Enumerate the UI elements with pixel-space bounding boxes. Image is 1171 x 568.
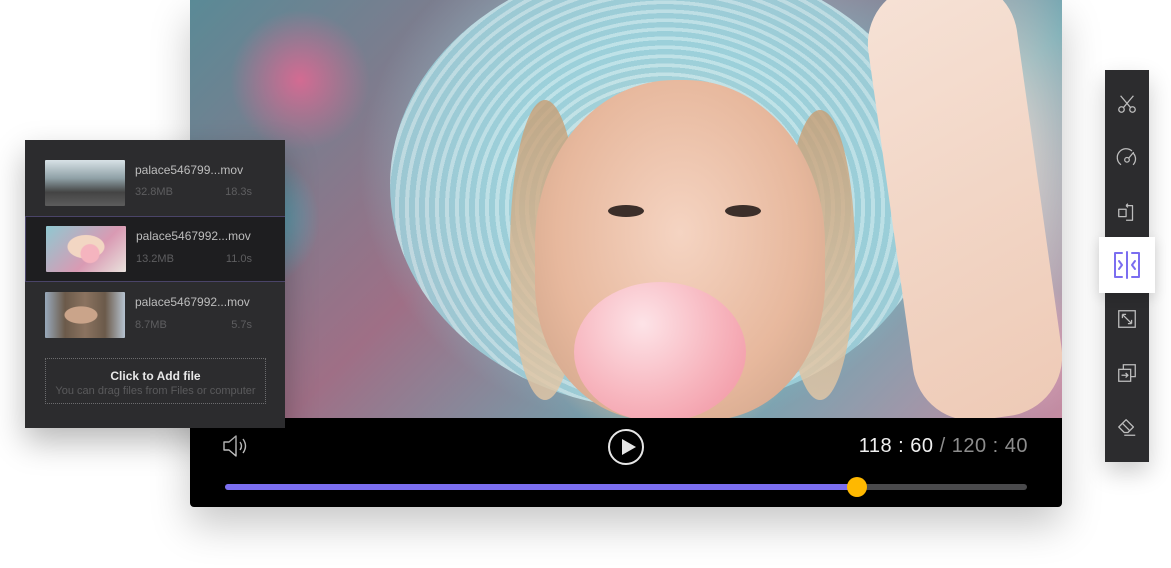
video-content: [725, 205, 761, 217]
file-size: 13.2MB: [136, 253, 174, 265]
rotate-icon: [1118, 203, 1134, 221]
total-time: / 120 : 40: [939, 435, 1028, 457]
tool-rotate[interactable]: [1105, 185, 1149, 239]
current-time: 118 : 60: [858, 435, 934, 457]
resize-icon: [1118, 310, 1136, 328]
video-content: [860, 0, 1062, 418]
file-thumbnail: [45, 292, 125, 338]
player-controls: 118 : 60 / 120 : 40: [190, 418, 1062, 507]
file-list-item-selected[interactable]: palace5467992...mov 13.2MB 11.0s: [25, 216, 285, 282]
video-content: [608, 205, 644, 217]
volume-button[interactable]: [222, 434, 250, 458]
file-thumbnail: [46, 226, 126, 272]
tool-erase[interactable]: [1105, 400, 1149, 454]
file-list-item[interactable]: palace546799...mov 32.8MB 18.3s: [25, 140, 285, 206]
file-duration: 18.3s: [225, 186, 252, 198]
file-name: palace546799...mov: [135, 163, 244, 177]
file-duration: 11.0s: [225, 253, 252, 265]
tool-resize[interactable]: [1105, 292, 1149, 346]
file-thumbnail: [45, 160, 125, 206]
tool-split[interactable]: [1099, 237, 1155, 293]
video-preview[interactable]: [190, 0, 1062, 418]
tool-sidebar: [1099, 70, 1155, 462]
merge-icon: [1118, 364, 1136, 382]
video-player: 118 : 60 / 120 : 40: [190, 0, 1062, 507]
scissors-icon: [1118, 95, 1136, 113]
add-file-subtitle: You can drag files from Files or compute…: [55, 385, 256, 397]
progress-bar[interactable]: [225, 477, 1027, 497]
video-content: [574, 282, 746, 418]
progress-knob[interactable]: [846, 477, 867, 497]
progress-fill: [225, 484, 857, 490]
add-file-title: Click to Add file: [110, 369, 201, 383]
file-name: palace5467992...mov: [135, 295, 250, 309]
play-button[interactable]: [608, 429, 644, 465]
eraser-icon: [1118, 419, 1136, 436]
file-size: 8.7MB: [135, 319, 167, 331]
tool-cut[interactable]: [1105, 77, 1149, 131]
file-duration: 5.7s: [231, 319, 252, 331]
file-list-panel: palace546799...mov 32.8MB 18.3s palace54…: [25, 140, 285, 428]
add-file-dropzone[interactable]: Click to Add file You can drag files fro…: [45, 358, 266, 404]
speedometer-icon: [1116, 148, 1137, 166]
split-icon: [1114, 251, 1140, 279]
tool-merge[interactable]: [1105, 346, 1149, 400]
time-display: 118 : 60 / 120 : 40: [859, 435, 1028, 458]
file-list-item[interactable]: palace5467992...mov 8.7MB 5.7s: [25, 282, 285, 348]
file-size: 32.8MB: [135, 186, 173, 198]
tool-speed[interactable]: [1105, 131, 1149, 185]
speaker-volume-icon: [223, 435, 247, 457]
file-name: palace5467992...mov: [136, 229, 251, 243]
